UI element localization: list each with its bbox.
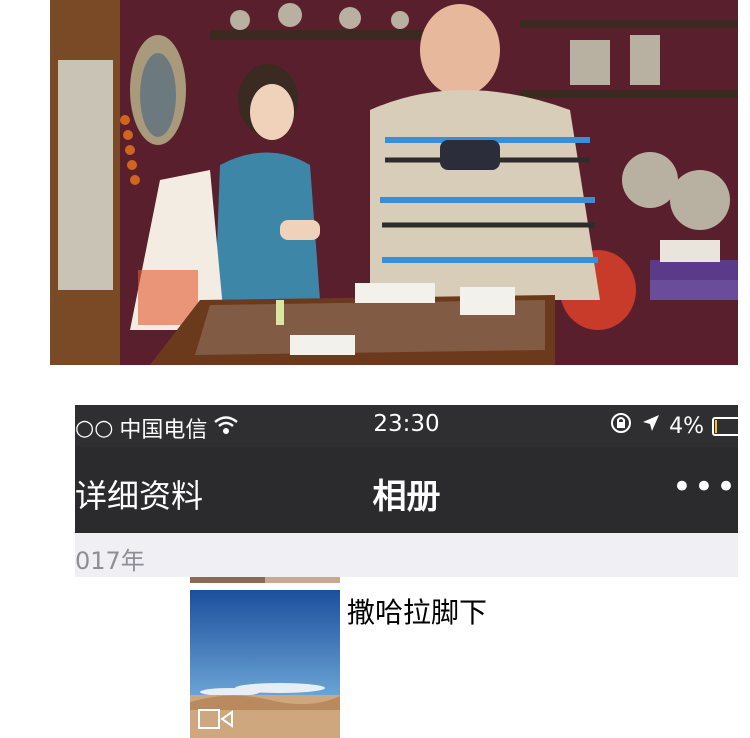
rotation-lock-icon	[609, 411, 633, 441]
navigation-bar: 详细资料 相册 •••	[75, 447, 738, 533]
location-arrow-icon	[641, 413, 661, 439]
page-title: 相册	[372, 477, 441, 517]
phone-screenshot: ○○ 中国电信 23:30 4% 详细资料 相册 ••• 017年 撒哈拉脚下	[75, 405, 738, 738]
previous-item-thumbnail-2[interactable]	[265, 577, 340, 583]
status-bar: ○○ 中国电信 23:30 4%	[75, 405, 738, 447]
more-menu-button[interactable]: •••	[672, 467, 738, 507]
video-camera-icon	[198, 708, 236, 730]
album-item-thumbnail[interactable]	[190, 590, 340, 738]
battery-percent: 4%	[669, 413, 704, 439]
year-section-header: 017年	[75, 533, 738, 577]
shop-photo	[50, 0, 738, 365]
section-year: 017年	[75, 547, 145, 575]
album-item-caption[interactable]: 撒哈拉脚下	[347, 591, 487, 631]
battery-icon	[712, 416, 738, 436]
